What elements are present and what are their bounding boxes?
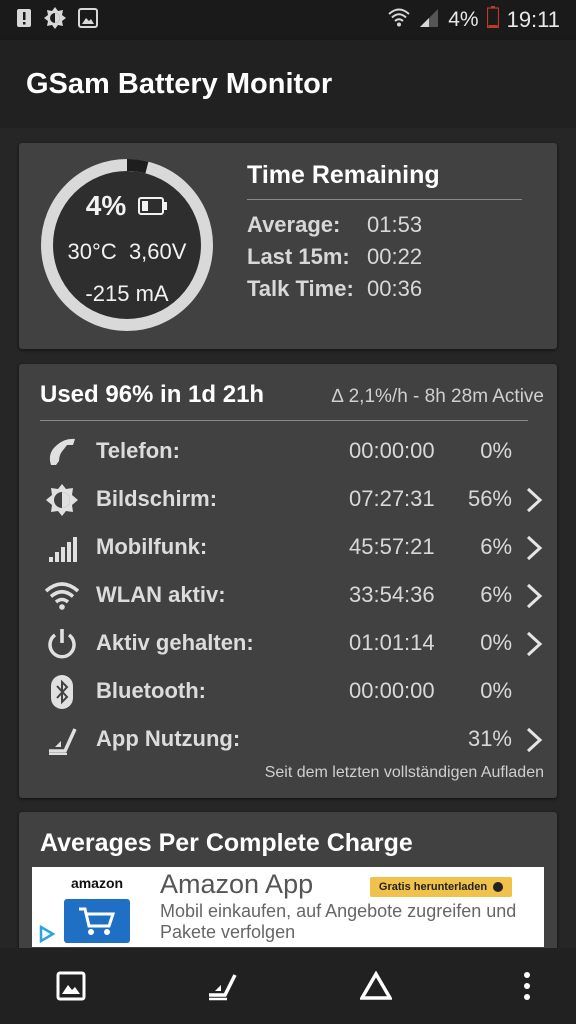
ad-banner[interactable]: amazon Amazon App Gratis herunterladen M… xyxy=(32,867,544,947)
more-vert-icon xyxy=(524,972,530,1000)
screen-brightness-icon xyxy=(43,482,81,518)
usage-row-label: Bildschirm: xyxy=(96,486,218,511)
time-remaining-card[interactable]: 4% 30°C 3,60V -215 mA Time Remaining Ave… xyxy=(19,143,557,349)
time-row-label: Average: xyxy=(247,212,341,237)
averages-title: Averages Per Complete Charge xyxy=(40,829,413,857)
gauge-voltage: 3,60V xyxy=(128,239,187,264)
power-icon xyxy=(43,626,81,662)
amazon-logo: amazon xyxy=(64,871,130,943)
usage-row-percent: 0% xyxy=(480,438,512,463)
time-row-last15m: Last 15m: 00:22 xyxy=(247,244,422,270)
usage-row-percent: 0% xyxy=(480,630,512,655)
usage-rate: ∆ 2,1%/h - 8h 28m Active xyxy=(331,386,544,407)
brightness-icon xyxy=(44,6,66,34)
usage-row-time: 01:01:14 xyxy=(349,630,435,655)
gauge-current: -215 mA xyxy=(85,281,169,306)
gauge-readout: 4% 30°C 3,60V -215 mA xyxy=(39,157,215,333)
battery-icon xyxy=(486,6,499,34)
time-row-label: Talk Time: xyxy=(247,276,354,301)
chevron-right-icon[interactable] xyxy=(525,727,543,753)
warning-icon xyxy=(16,8,32,33)
usage-row-percent: 0% xyxy=(480,678,512,703)
usage-footer: Seit dem letzten vollständigen Aufladen xyxy=(264,764,544,781)
divider xyxy=(40,420,528,421)
ad-download-button[interactable]: Gratis herunterladen xyxy=(370,877,512,897)
usage-row-label: App Nutzung: xyxy=(96,726,241,751)
ad-description: Mobil einkaufen, auf Angebote zugreifen … xyxy=(160,901,517,942)
cell-signal-icon xyxy=(418,7,440,33)
usage-row-label: Bluetooth: xyxy=(96,678,206,703)
usage-row-wlan[interactable]: WLAN aktiv: 33:54:36 6% xyxy=(19,572,557,620)
usage-card[interactable]: Used 96% in 1d 21h ∆ 2,1%/h - 8h 28m Act… xyxy=(19,364,557,798)
gallery-button[interactable] xyxy=(51,966,91,1006)
usage-row-label: Telefon: xyxy=(96,438,180,463)
battery-percent: 4% xyxy=(448,8,479,31)
adchoices-icon[interactable] xyxy=(38,925,56,943)
chevron-right-icon[interactable] xyxy=(525,583,543,609)
more-options-button[interactable] xyxy=(507,966,547,1006)
time-row-average: Average: 01:53 xyxy=(247,212,422,238)
usage-row-time: 07:27:31 xyxy=(349,486,435,511)
app-usage-icon xyxy=(43,722,81,758)
usage-row-label: Aktiv gehalten: xyxy=(96,630,254,655)
usage-row-label: WLAN aktiv: xyxy=(96,582,226,607)
time-row-value: 00:22 xyxy=(367,244,423,269)
delta-icon xyxy=(360,971,392,1000)
chevron-right-icon[interactable] xyxy=(525,631,543,657)
wifi-status-icon xyxy=(388,7,410,33)
wifi-icon xyxy=(43,578,81,614)
usage-row-percent: 56% xyxy=(467,486,512,511)
time-row-value: 00:36 xyxy=(367,276,423,301)
ad-button-label: Gratis herunterladen xyxy=(378,881,488,893)
app-bar: GSam Battery Monitor xyxy=(0,40,576,128)
usage-row-mobilfunk[interactable]: Mobilfunk: 45:57:21 6% xyxy=(19,524,557,572)
image-icon xyxy=(78,7,98,33)
usage-row-percent: 6% xyxy=(480,534,512,559)
content-area[interactable]: 4% 30°C 3,60V -215 mA Time Remaining Ave… xyxy=(0,128,576,948)
battery-outline-icon xyxy=(138,190,168,222)
status-bar: 4% 19:11 xyxy=(0,0,576,40)
usage-row-percent: 31% xyxy=(467,726,512,751)
delta-button[interactable] xyxy=(356,966,396,1006)
usage-row-percent: 6% xyxy=(480,582,512,607)
signal-bars-icon xyxy=(43,530,81,566)
phone-icon xyxy=(43,434,81,470)
gauge-percent: 4% xyxy=(85,190,127,221)
usage-row-time: 33:54:36 xyxy=(349,582,435,607)
usage-row-time: 45:57:21 xyxy=(349,534,435,559)
chevron-right-icon[interactable] xyxy=(525,535,543,561)
usage-row-telefon[interactable]: Telefon: 00:00:00 0% xyxy=(19,428,557,476)
time-row-label: Last 15m: xyxy=(247,244,350,269)
usage-row-time: 00:00:00 xyxy=(349,438,435,463)
usage-row-bildschirm[interactable]: Bildschirm: 07:27:31 56% xyxy=(19,476,557,524)
app-usage-icon xyxy=(209,974,237,1001)
gauge-temperature: 30°C xyxy=(67,239,117,264)
clock: 19:11 xyxy=(506,7,560,32)
usage-row-time: 00:00:00 xyxy=(349,678,435,703)
app-usage-button[interactable] xyxy=(202,966,242,1006)
chevron-right-icon[interactable] xyxy=(525,487,543,513)
ad-title: Amazon App xyxy=(160,869,314,899)
usage-row-label: Mobilfunk: xyxy=(96,534,208,559)
divider xyxy=(247,199,522,200)
bluetooth-icon xyxy=(43,674,81,710)
usage-row-aktiv-gehalten[interactable]: Aktiv gehalten: 01:01:14 0% xyxy=(19,620,557,668)
usage-row-bluetooth[interactable]: Bluetooth: 00:00:00 0% xyxy=(19,668,557,716)
app-title: GSam Battery Monitor xyxy=(26,67,333,100)
time-row-value: 01:53 xyxy=(367,212,423,237)
time-row-talk: Talk Time: 00:36 xyxy=(247,276,422,302)
usage-row-app-nutzung[interactable]: App Nutzung: 31% xyxy=(19,716,557,764)
time-remaining-title: Time Remaining xyxy=(247,161,440,189)
shopping-cart-icon xyxy=(79,907,116,935)
arrow-icon xyxy=(493,882,504,892)
usage-title: Used 96% in 1d 21h xyxy=(40,381,265,408)
bottom-navigation xyxy=(0,948,576,1024)
image-icon xyxy=(56,971,86,1001)
